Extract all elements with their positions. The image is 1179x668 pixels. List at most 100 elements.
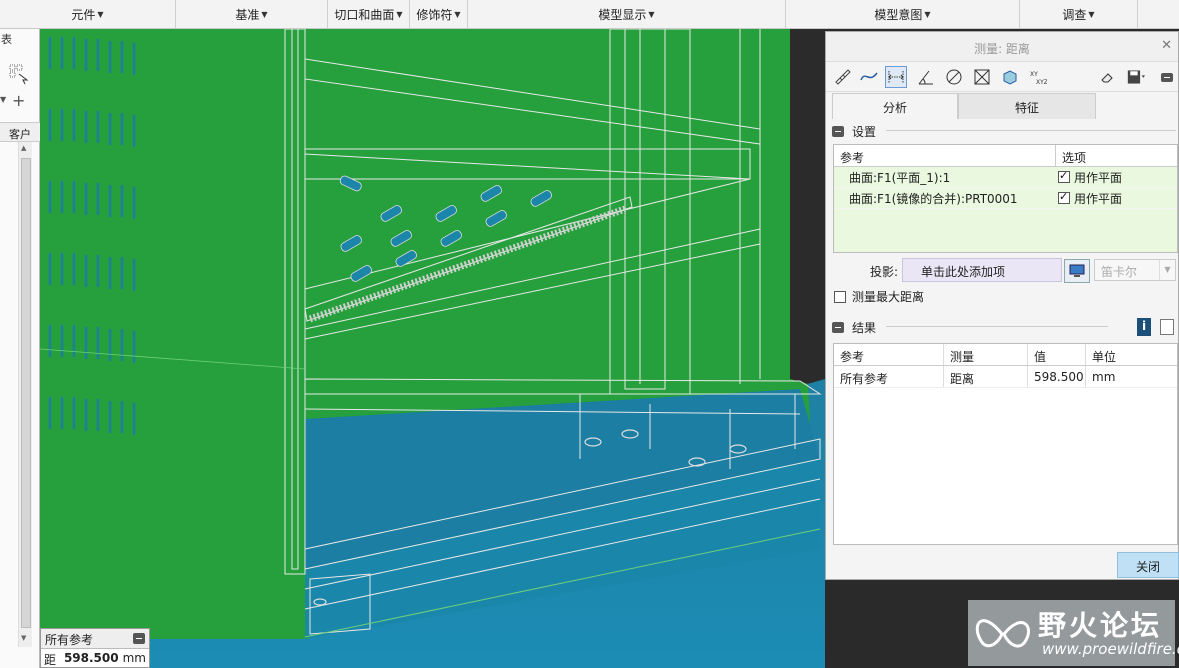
max-distance-checkbox[interactable]: [834, 290, 846, 303]
measure-info-popup: 所有参考 距离 598.500 mm: [40, 628, 150, 668]
collapse-icon[interactable]: [133, 633, 145, 644]
ribbon-group-investigate[interactable]: 调查 ▼: [1020, 0, 1138, 29]
reference-table-header: 参考 选项: [834, 145, 1177, 167]
settings-heading: 设置: [852, 125, 877, 139]
scroll-up-icon[interactable]: ▲: [21, 144, 26, 152]
measure-info-label: 距离: [44, 653, 57, 667]
table-row[interactable]: 所有参考 距离 598.500 mm: [834, 366, 1177, 388]
tree-filter-icon[interactable]: [8, 63, 30, 85]
svg-text:XYZ: XYZ: [1036, 79, 1047, 86]
transform-measure-icon[interactable]: XY XYZ: [1027, 66, 1049, 88]
close-icon[interactable]: ✕: [1161, 38, 1172, 53]
measure-info-value: 598.500: [63, 651, 119, 665]
close-button[interactable]: 关闭: [1117, 552, 1179, 578]
results-section-header[interactable]: 结果: [832, 319, 876, 336]
results-table: 参考 测量 值 单位 所有参考 距离 598.500 mm: [833, 343, 1178, 545]
chevron-down-icon[interactable]: ▼: [0, 95, 6, 104]
ribbon-group-component[interactable]: 元件 ▼: [0, 0, 176, 29]
watermark: 野火论坛 www.proewildfire.cn: [968, 600, 1179, 666]
ribbon-group-label: 调查: [1062, 8, 1087, 22]
chevron-down-icon: ▼: [648, 10, 655, 19]
result-unit: mm: [1092, 370, 1116, 384]
add-icon[interactable]: +: [12, 91, 25, 110]
column-header-measure: 测量: [944, 344, 1028, 365]
watermark-url: www.proewildfire.cn: [1042, 640, 1179, 658]
scroll-down-icon[interactable]: ▼: [21, 634, 26, 642]
collapse-icon[interactable]: [832, 322, 844, 333]
option-label: 用作平面: [1074, 191, 1123, 206]
save-icon[interactable]: [1122, 66, 1150, 88]
distance-measure-icon[interactable]: [885, 66, 907, 88]
collapse-icon[interactable]: [832, 126, 844, 137]
ribbon-group-bar: 元件 ▼ 基准 ▼ 切口和曲面 ▼ 修饰符 ▼ 模型显示 ▼ 模型意图 ▼ 调查 ▼: [0, 0, 1179, 29]
measure-dialog: 测量: 距离 ✕ XY XYZ 分析 特征 设置 参考 选项 曲面:F1(平面_1…: [825, 31, 1179, 580]
measure-info-title-text: 所有参考: [45, 633, 94, 647]
butterfly-logo-icon: [975, 619, 1030, 648]
collapse-icon[interactable]: [1156, 66, 1178, 88]
model-tree-label: 表: [1, 33, 12, 46]
column-header-value: 值: [1028, 344, 1086, 365]
model-tree-panel: 表 ▼ + 客户 ▲ ▼: [0, 29, 40, 668]
reference-name: 曲面:F1(平面_1):1: [849, 170, 951, 185]
column-header-unit: 单位: [1092, 350, 1117, 364]
tab-analysis[interactable]: 分析: [832, 93, 958, 119]
document-icon[interactable]: [1160, 319, 1174, 335]
info-icon[interactable]: i: [1137, 318, 1151, 336]
divider: [886, 326, 1108, 327]
results-heading: 结果: [852, 321, 877, 335]
ribbon-group-datum[interactable]: 基准 ▼: [176, 0, 328, 29]
result-value: 598.500: [1028, 366, 1086, 387]
use-as-plane-checkbox[interactable]: [1058, 169, 1070, 183]
ribbon-group-label: 切口和曲面: [334, 8, 395, 22]
length-measure-icon[interactable]: [832, 66, 854, 88]
projection-view-button[interactable]: [1064, 259, 1090, 283]
scroll-thumb[interactable]: [21, 158, 31, 628]
chevron-down-icon: ▼: [261, 10, 268, 19]
option-label: 用作平面: [1074, 170, 1123, 185]
column-header-reference: 参考: [834, 145, 1056, 166]
watermark-title: 野火论坛: [1038, 609, 1163, 642]
use-as-plane-checkbox[interactable]: [1058, 190, 1070, 204]
tree-scrollbar[interactable]: ▲ ▼: [18, 142, 32, 647]
ribbon-group-label: 模型意图: [874, 8, 923, 22]
result-reference: 所有参考: [834, 366, 944, 387]
volume-measure-icon[interactable]: [999, 66, 1021, 88]
table-row[interactable]: 曲面:F1(平面_1):1 用作平面: [834, 167, 1177, 188]
ribbon-group-model-intent[interactable]: 模型意图 ▼: [786, 0, 1020, 29]
annotation-arrow: [40, 29, 825, 668]
ribbon-group-modifier[interactable]: 修饰符 ▼: [410, 0, 468, 29]
settings-section-header[interactable]: 设置: [832, 123, 876, 140]
column-header-option: 选项: [1062, 151, 1087, 165]
graphics-viewport[interactable]: [40, 29, 825, 668]
ribbon-group-label: 元件: [71, 8, 96, 22]
chevron-down-icon: ▼: [924, 10, 931, 19]
max-distance-label: 测量最大距离: [852, 290, 925, 304]
area-measure-icon[interactable]: [971, 66, 993, 88]
reference-name: 曲面:F1(镜像的合并):PRT0001: [849, 191, 1018, 206]
max-distance-option[interactable]: 测量最大距离: [834, 288, 924, 305]
result-measure: 距离: [944, 366, 1028, 387]
measure-type-toolbar: XY XYZ: [826, 62, 1178, 92]
chevron-down-icon: ▼: [454, 10, 461, 19]
curve-length-icon[interactable]: [858, 66, 880, 88]
measure-info-title: 所有参考: [41, 629, 149, 649]
reference-table: 参考 选项 曲面:F1(平面_1):1 用作平面 曲面:F1(镜像的合并):PR…: [833, 144, 1178, 253]
dialog-titlebar: 测量: 距离 ✕: [826, 32, 1178, 62]
projection-label: 投影:: [870, 265, 899, 279]
diameter-measure-icon[interactable]: [943, 66, 965, 88]
divider: [886, 130, 1176, 131]
measure-info-row: 距离 598.500 mm: [41, 649, 149, 668]
eraser-icon[interactable]: [1096, 66, 1118, 88]
projection-collector[interactable]: 单击此处添加项: [902, 258, 1062, 282]
table-row[interactable]: 曲面:F1(镜像的合并):PRT0001 用作平面: [834, 188, 1177, 209]
chevron-down-icon: ▼: [396, 10, 403, 19]
monitor-icon: [1069, 264, 1085, 277]
tree-column-header[interactable]: 客户: [0, 122, 40, 142]
angle-measure-icon[interactable]: [915, 66, 937, 88]
dialog-title: 测量: 距离: [974, 42, 1030, 56]
ribbon-group-model-display[interactable]: 模型显示 ▼: [468, 0, 786, 29]
tab-feature[interactable]: 特征: [958, 93, 1096, 119]
ribbon-group-cut-surface[interactable]: 切口和曲面 ▼: [328, 0, 410, 29]
coordinate-system-select[interactable]: 笛卡尔 ▼: [1094, 259, 1176, 281]
results-table-header: 参考 测量 值 单位: [834, 344, 1177, 366]
